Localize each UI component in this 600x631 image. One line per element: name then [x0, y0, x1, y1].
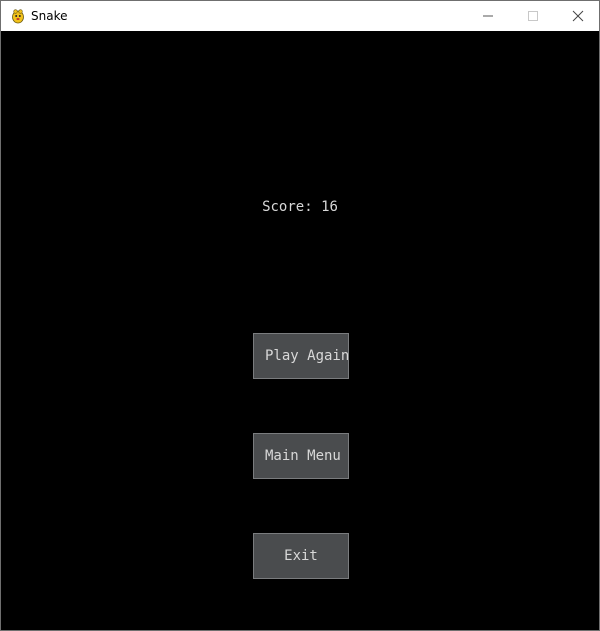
maximize-button[interactable] [510, 1, 556, 31]
close-icon [572, 7, 584, 26]
game-canvas: Score: 16 Play Again Main Menu Exit [1, 31, 599, 630]
main-menu-button[interactable]: Main Menu [253, 433, 349, 479]
minimize-icon [482, 7, 494, 26]
pygame-snake-icon [10, 8, 26, 24]
window-title: Snake [31, 9, 68, 23]
play-again-button[interactable]: Play Again [253, 333, 349, 379]
exit-label: Exit [284, 548, 318, 564]
exit-button[interactable]: Exit [253, 533, 349, 579]
title-bar[interactable]: Snake [1, 1, 599, 31]
maximize-icon [527, 7, 539, 26]
minimize-button[interactable] [465, 1, 511, 31]
score-label: Score: 16 [262, 199, 338, 215]
play-again-label: Play Again [265, 348, 349, 364]
main-menu-label: Main Menu [265, 448, 341, 464]
close-button[interactable] [555, 1, 599, 31]
snake-window: Snake Score: 16 Play Again Main Menu Exi… [0, 0, 600, 631]
